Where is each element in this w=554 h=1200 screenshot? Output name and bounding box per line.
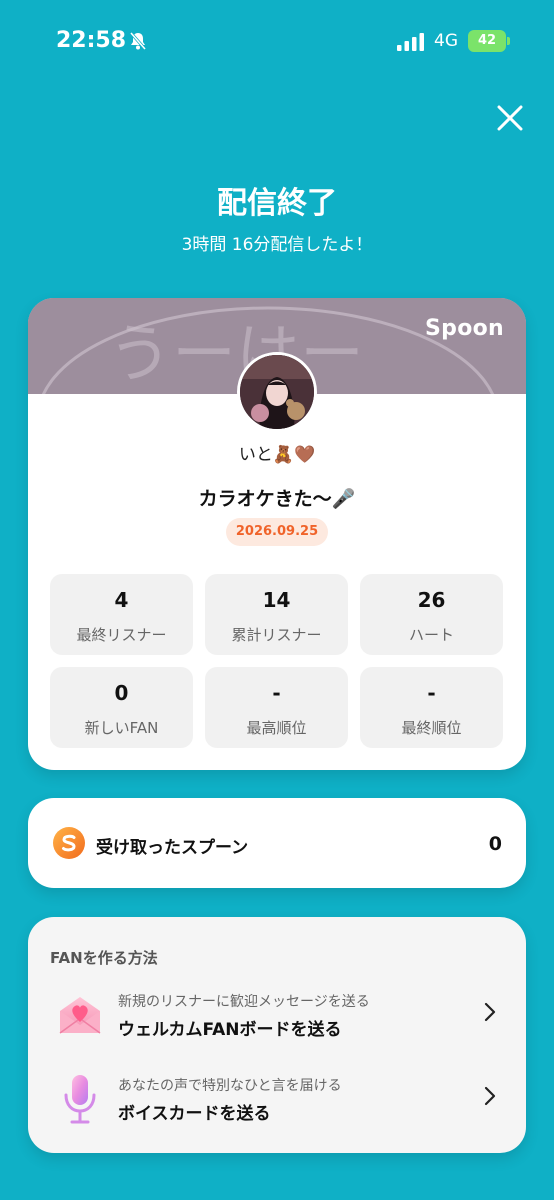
stat-label: 最終リスナー <box>76 626 167 644</box>
broadcast-summary-card: うーはー Spoon いと🧸🤎 カラオケきた〜🎤 2026.09.25 4 最終… <box>28 298 526 770</box>
welcome-fan-board-title: ウェルカムFANボードを送る <box>118 1020 342 1040</box>
stat-label: 最高順位 <box>246 719 307 737</box>
status-time: 22:58 <box>56 28 127 53</box>
spoon-logo: Spoon <box>425 316 504 341</box>
close-icon[interactable] <box>490 98 530 138</box>
network-type: 4G <box>434 31 458 51</box>
stat-label: 最終順位 <box>401 719 462 737</box>
battery-level: 42 <box>477 33 497 48</box>
received-spoons-card: 受け取ったスプーン 0 <box>28 798 526 888</box>
stat-value: 14 <box>262 588 291 612</box>
spoon-coin-icon <box>53 827 85 859</box>
fan-tips-card: FANを作る方法 新規のリスナーに歓迎メッセージを送る ウェルカムFANボードを… <box>28 917 526 1153</box>
received-spoons-label: 受け取ったスプーン <box>96 838 249 858</box>
signal-icon <box>397 33 424 51</box>
status-bar: 22:58 4G 42 <box>0 0 554 80</box>
received-spoons-count: 0 <box>488 833 502 855</box>
avatar <box>237 352 317 432</box>
stat-label: ハート <box>408 626 454 644</box>
stat-final-rank: - 最終順位 <box>360 667 503 748</box>
voice-card-title: ボイスカードを送る <box>118 1104 271 1124</box>
page-title: 配信終了 <box>217 186 337 221</box>
stat-value: - <box>272 681 281 705</box>
microphone-icon <box>64 1075 96 1124</box>
battery-tip <box>507 37 510 45</box>
stats-grid: 4 最終リスナー 14 累計リスナー 26 ハート 0 新しいFAN - 最高順… <box>50 574 504 748</box>
host-name: いと🧸🤎 <box>238 445 316 465</box>
broadcast-date: 2026.09.25 <box>226 518 328 546</box>
stat-label: 累計リスナー <box>231 626 322 644</box>
welcome-fan-board-description: 新規のリスナーに歓迎メッセージを送る <box>118 994 370 1010</box>
broadcast-duration: 3時間 16分配信したよ！ <box>181 235 373 255</box>
stat-final-listeners: 4 最終リスナー <box>50 574 193 655</box>
banner-handwriting: うーはー <box>108 318 364 392</box>
voice-card-description: あなたの声で特別なひと言を届ける <box>118 1078 342 1094</box>
stat-hearts: 26 ハート <box>360 574 503 655</box>
fan-section-heading: FANを作る方法 <box>50 949 158 967</box>
stat-highest-rank: - 最高順位 <box>205 667 348 748</box>
avatar-image <box>240 355 314 429</box>
battery-icon: 42 <box>468 30 510 52</box>
stat-label: 新しいFAN <box>84 719 159 737</box>
welcome-fan-board-option[interactable]: 新規のリスナーに歓迎メッセージを送る ウェルカムFANボードを送る <box>28 977 526 1051</box>
stat-value: 0 <box>114 681 129 705</box>
live-title: カラオケきた〜🎤 <box>198 488 356 510</box>
chevron-right-icon <box>484 1002 496 1022</box>
envelope-heart-icon <box>59 997 101 1034</box>
stat-new-fans: 0 新しいFAN <box>50 667 193 748</box>
chevron-right-icon <box>484 1086 496 1106</box>
stat-value: 4 <box>114 588 129 612</box>
stat-total-listeners: 14 累計リスナー <box>205 574 348 655</box>
bell-slash-icon <box>129 32 147 50</box>
voice-card-option[interactable]: あなたの声で特別なひと言を届ける ボイスカードを送る <box>28 1061 526 1135</box>
stat-value: - <box>427 681 436 705</box>
stat-value: 26 <box>417 588 446 612</box>
